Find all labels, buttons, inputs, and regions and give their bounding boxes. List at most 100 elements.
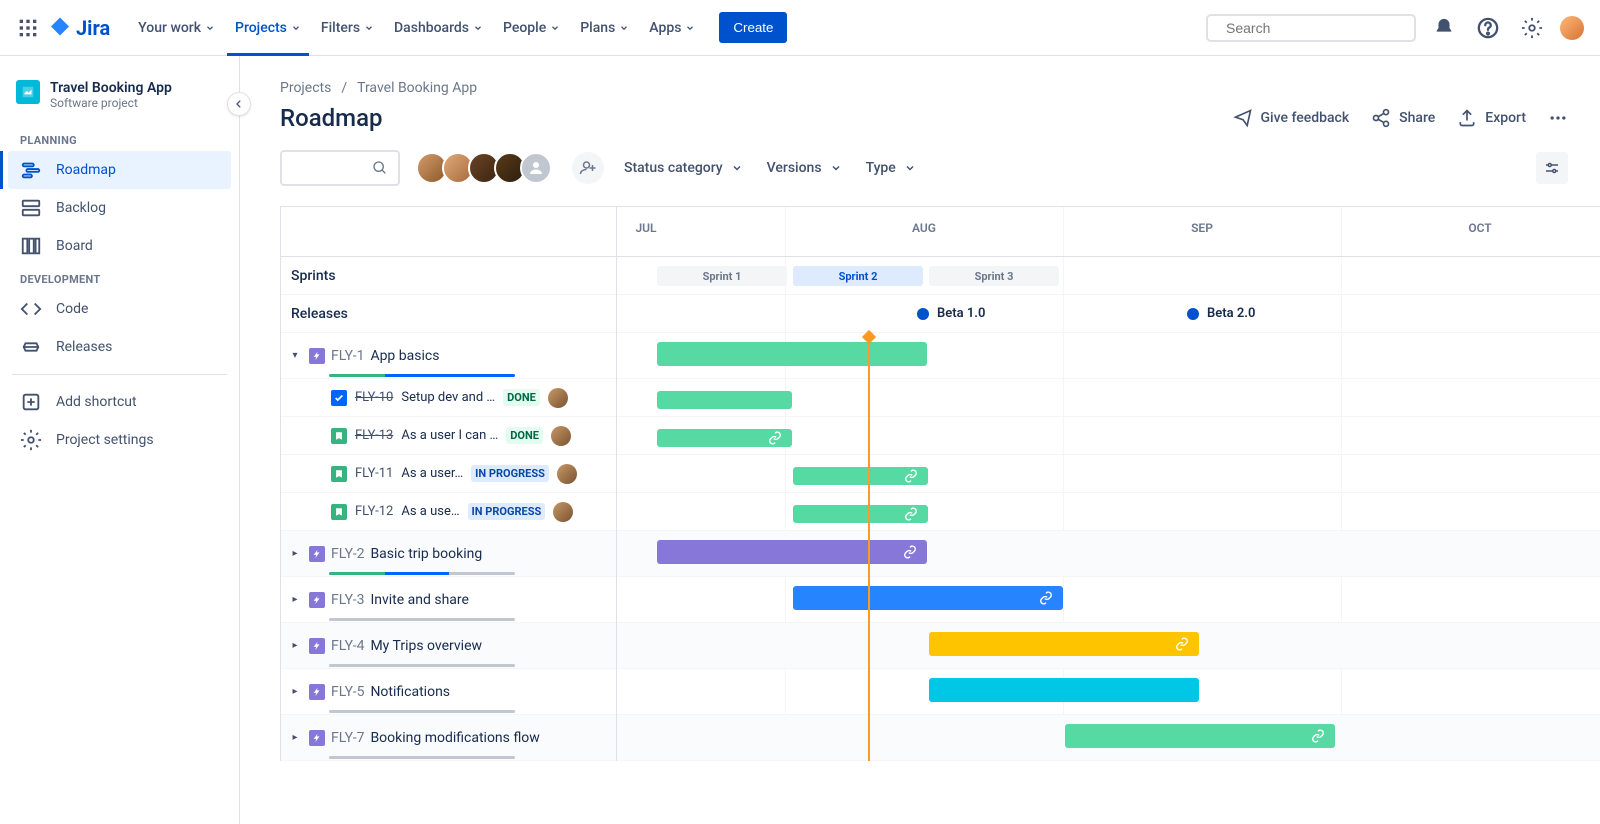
expand-toggle[interactable]: ▸ <box>287 640 303 651</box>
sidebar-item-code[interactable]: Code <box>8 290 231 328</box>
global-search[interactable] <box>1206 14 1416 42</box>
nav-item-plans[interactable]: Plans <box>572 14 637 42</box>
sidebar-item-releases[interactable]: Releases <box>8 328 231 366</box>
expand-toggle[interactable]: ▸ <box>287 732 303 743</box>
issue-key[interactable]: FLY-11 <box>355 466 393 481</box>
child-issue-row[interactable]: FLY-13As a user I can …DONE <box>281 417 616 455</box>
view-settings-button[interactable] <box>1536 152 1568 184</box>
sprints-row: Sprint 1 Sprint 2 Sprint 3 <box>617 257 1600 295</box>
profile-avatar[interactable] <box>1560 16 1584 40</box>
child-issue-row[interactable]: FLY-11As a user…IN PROGRESS <box>281 455 616 493</box>
issue-key[interactable]: FLY-5 <box>331 684 364 700</box>
timeline-bar[interactable] <box>657 429 792 447</box>
sidebar-item-roadmap[interactable]: Roadmap <box>8 151 231 189</box>
epic-row[interactable]: ▸ FLY-3 Invite and share <box>281 577 616 623</box>
timeline-bar[interactable] <box>793 467 928 485</box>
notifications-icon[interactable] <box>1428 12 1460 44</box>
breadcrumb-item[interactable]: Travel Booking App <box>357 80 477 96</box>
chevron-down-icon <box>685 23 695 33</box>
breadcrumb-item[interactable]: Projects <box>280 80 331 96</box>
epic-row[interactable]: ▸FLY-2Basic trip booking <box>281 531 616 577</box>
create-button[interactable]: Create <box>719 12 787 43</box>
assignee-avatar[interactable] <box>553 502 573 522</box>
filter-versions[interactable]: Versions <box>763 154 846 182</box>
expand-toggle[interactable]: ▸ <box>287 686 303 697</box>
chevron-down-icon <box>364 23 374 33</box>
nav-item-filters[interactable]: Filters <box>313 14 382 42</box>
story-icon <box>331 504 347 520</box>
issue-key[interactable]: FLY-12 <box>355 504 393 519</box>
add-person-button[interactable] <box>572 152 604 184</box>
child-issue-row[interactable]: FLY-10Setup dev and …DONE <box>281 379 616 417</box>
nav-item-dashboards[interactable]: Dashboards <box>386 14 491 42</box>
timeline-bar[interactable] <box>929 632 1199 656</box>
more-actions-icon[interactable] <box>1548 108 1568 128</box>
link-icon <box>768 431 782 445</box>
timeline-chart[interactable]: JULAUGSEPOCT Sprint 1Sprint 2Sprint 3 Be… <box>617 207 1600 761</box>
sidebar-item-add-shortcut[interactable]: Add shortcut <box>8 383 231 421</box>
epic-row[interactable]: ▸FLY-5Notifications <box>281 669 616 715</box>
assignee-avatar[interactable] <box>551 426 571 446</box>
nav-item-apps[interactable]: Apps <box>641 14 703 42</box>
help-icon[interactable] <box>1472 12 1504 44</box>
assignee-filter[interactable] <box>416 152 552 184</box>
nav-item-projects[interactable]: Projects <box>227 14 309 42</box>
expand-toggle[interactable]: ▸ <box>287 594 303 605</box>
issue-key[interactable]: FLY-1 <box>331 348 364 364</box>
issue-key[interactable]: FLY-3 <box>331 592 364 608</box>
progress-bar <box>329 374 515 377</box>
nav-item-your-work[interactable]: Your work <box>130 14 223 42</box>
link-icon <box>1039 591 1053 605</box>
epic-row[interactable]: ▸ FLY-7 Booking modifications flow <box>281 715 616 761</box>
timeline-bar[interactable] <box>657 391 792 409</box>
nav-item-people[interactable]: People <box>495 14 568 42</box>
epic-row[interactable]: ▾FLY-1App basics <box>281 333 616 379</box>
sprint-pill[interactable]: Sprint 3 <box>929 266 1059 286</box>
breadcrumb: Projects / Travel Booking App <box>280 80 1600 96</box>
child-issue-row[interactable]: FLY-12As a use…IN PROGRESS <box>281 493 616 531</box>
epic-row[interactable]: ▸FLY-4My Trips overview <box>281 623 616 669</box>
timeline-bar[interactable] <box>657 342 927 366</box>
timeline-bar[interactable] <box>1065 724 1335 748</box>
issue-title: Invite and share <box>370 592 469 608</box>
issue-key[interactable]: FLY-4 <box>331 638 364 654</box>
timeline-bar[interactable] <box>929 678 1199 702</box>
filter-type[interactable]: Type <box>862 154 920 182</box>
issue-search[interactable] <box>280 150 400 186</box>
app-switcher-icon[interactable] <box>16 16 40 40</box>
section-planning: PLANNING <box>8 126 231 151</box>
sidebar-collapse-button[interactable] <box>227 92 251 116</box>
sprint-pill[interactable]: Sprint 2 <box>793 266 923 286</box>
expand-toggle[interactable]: ▾ <box>287 350 303 361</box>
search-input[interactable] <box>1226 20 1407 36</box>
project-header[interactable]: Travel Booking App Software project <box>8 80 231 126</box>
filter-status-category[interactable]: Status category <box>620 154 747 182</box>
sidebar-item-board[interactable]: Board <box>8 227 231 265</box>
issue-key[interactable]: FLY-13 <box>355 428 393 443</box>
release-marker[interactable] <box>917 308 929 320</box>
search-icon <box>372 160 388 176</box>
share-button[interactable]: Share <box>1371 108 1435 128</box>
project-icon <box>16 80 40 104</box>
timeline-bar[interactable] <box>793 586 1063 610</box>
give-feedback-button[interactable]: Give feedback <box>1233 108 1350 128</box>
expand-toggle[interactable]: ▸ <box>287 548 303 559</box>
settings-icon[interactable] <box>1516 12 1548 44</box>
assignee-avatar[interactable] <box>548 388 568 408</box>
story-icon <box>331 428 347 444</box>
issue-key[interactable]: FLY-7 <box>331 730 364 746</box>
jira-logo[interactable]: Jira <box>48 16 110 40</box>
issue-title: Booking modifications flow <box>370 730 539 746</box>
epic-icon <box>309 730 325 746</box>
issue-key[interactable]: FLY-10 <box>355 390 393 405</box>
issue-key[interactable]: FLY-2 <box>331 546 364 562</box>
timeline-bar[interactable] <box>793 505 928 523</box>
export-button[interactable]: Export <box>1457 108 1526 128</box>
filters-bar: Status category Versions Type <box>280 150 1600 186</box>
sidebar-item-project-settings[interactable]: Project settings <box>8 421 231 459</box>
sidebar-item-backlog[interactable]: Backlog <box>8 189 231 227</box>
assignee-avatar[interactable] <box>557 464 577 484</box>
release-marker[interactable] <box>1187 308 1199 320</box>
timeline-bar[interactable] <box>657 540 927 564</box>
sprint-pill[interactable]: Sprint 1 <box>657 266 787 286</box>
